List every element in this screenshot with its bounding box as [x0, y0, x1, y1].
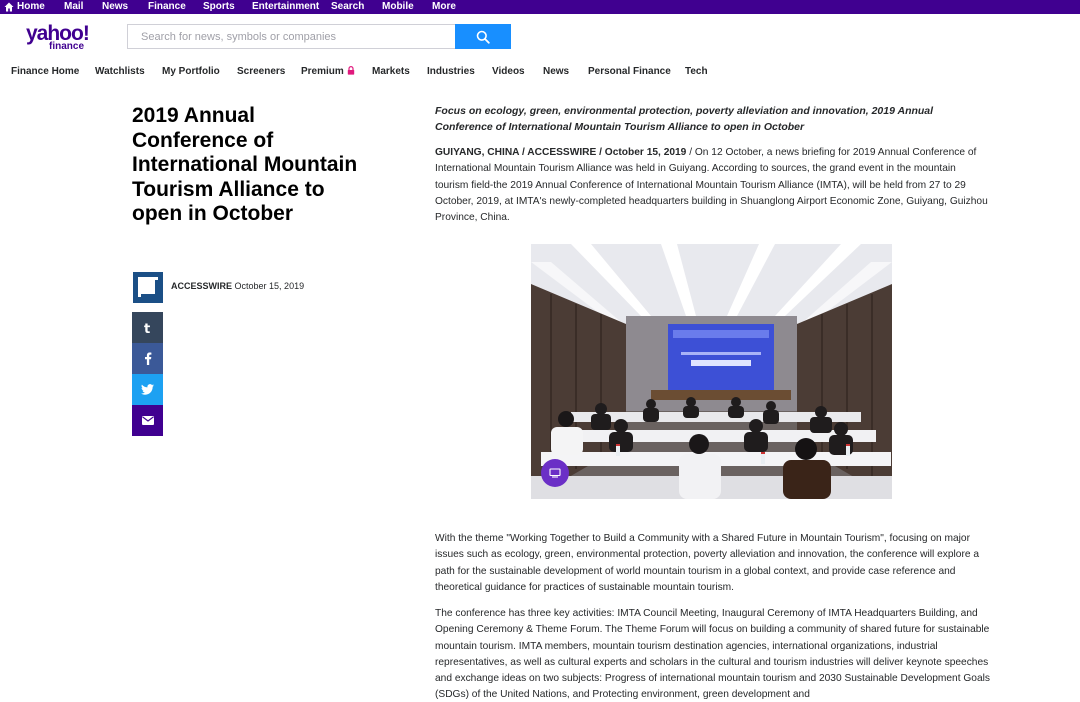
nav-watchlists[interactable]: Watchlists	[95, 66, 145, 78]
topbar-search[interactable]: Search	[331, 0, 364, 14]
topbar-mobile[interactable]: Mobile	[382, 0, 414, 14]
tumblr-icon: t	[144, 322, 150, 334]
media-badge-button[interactable]	[541, 459, 569, 487]
article-paragraph-2: With the theme "Working Together to Buil…	[435, 533, 980, 593]
author-source[interactable]: ACCESSWIRE	[171, 281, 232, 291]
topbar-home[interactable]: Home	[17, 0, 45, 14]
mail-icon	[141, 416, 154, 425]
article-summary: Focus on ecology, green, environmental p…	[435, 105, 934, 134]
home-icon	[4, 2, 14, 12]
topbar-news[interactable]: News	[102, 0, 128, 14]
nav-screeners[interactable]: Screeners	[237, 66, 285, 78]
nav-industries[interactable]: Industries	[427, 66, 475, 78]
search-button[interactable]	[455, 24, 511, 49]
twitter-icon	[141, 384, 154, 395]
logo-subtitle: finance	[49, 41, 85, 52]
article-title: 2019 Annual Conference of International …	[132, 104, 358, 226]
topbar-home-link[interactable]: Home	[4, 0, 45, 14]
nav-videos[interactable]: Videos	[492, 66, 525, 78]
accesswire-logo-icon[interactable]	[133, 272, 163, 303]
search-icon	[476, 30, 490, 44]
byline: ACCESSWIRE October 15, 2019	[171, 281, 304, 291]
nav-premium[interactable]: Premium	[301, 66, 355, 78]
article-paragraph-1: GUIYANG, CHINA / ACCESSWIRE / October 15…	[435, 145, 990, 226]
lock-icon	[347, 66, 354, 75]
topbar-entertainment[interactable]: Entertainment	[252, 0, 319, 14]
topbar-finance[interactable]: Finance	[148, 0, 186, 14]
nav-personal-finance[interactable]: Personal Finance	[588, 66, 671, 78]
svg-text:t: t	[144, 322, 150, 334]
share-facebook-button[interactable]	[132, 343, 163, 374]
nav-my-portfolio[interactable]: My Portfolio	[162, 66, 220, 78]
yahoo-finance-logo[interactable]: yahoo! finance	[26, 23, 96, 54]
topbar-more[interactable]: More	[432, 0, 456, 14]
topbar-mail[interactable]: Mail	[64, 0, 83, 14]
article-paragraph-3: The conference has three key activities:…	[435, 608, 990, 701]
share-tumblr-button[interactable]: t	[132, 312, 163, 343]
nav-tech[interactable]: Tech	[685, 66, 708, 78]
dateline-separator: /	[686, 147, 695, 158]
share-twitter-button[interactable]	[132, 374, 163, 405]
paragraph-1-text: On 12 October, a news briefing for 2019 …	[435, 147, 988, 224]
article-photo	[531, 244, 892, 499]
nav-finance-home[interactable]: Finance Home	[11, 66, 79, 78]
universal-header-bar: Home Mail News Finance Sports Entertainm…	[0, 0, 1080, 14]
nav-premium-label: Premium	[301, 66, 344, 77]
topbar-sports[interactable]: Sports	[203, 0, 235, 14]
nav-markets[interactable]: Markets	[372, 66, 410, 78]
search-input[interactable]	[127, 24, 456, 49]
facebook-icon	[144, 352, 151, 365]
article-dateline: GUIYANG, CHINA / ACCESSWIRE / October 15…	[435, 147, 687, 158]
publish-date: October 15, 2019	[234, 281, 305, 291]
share-mail-button[interactable]	[132, 405, 163, 436]
nav-news[interactable]: News	[543, 66, 569, 78]
slideshow-icon	[549, 468, 561, 478]
